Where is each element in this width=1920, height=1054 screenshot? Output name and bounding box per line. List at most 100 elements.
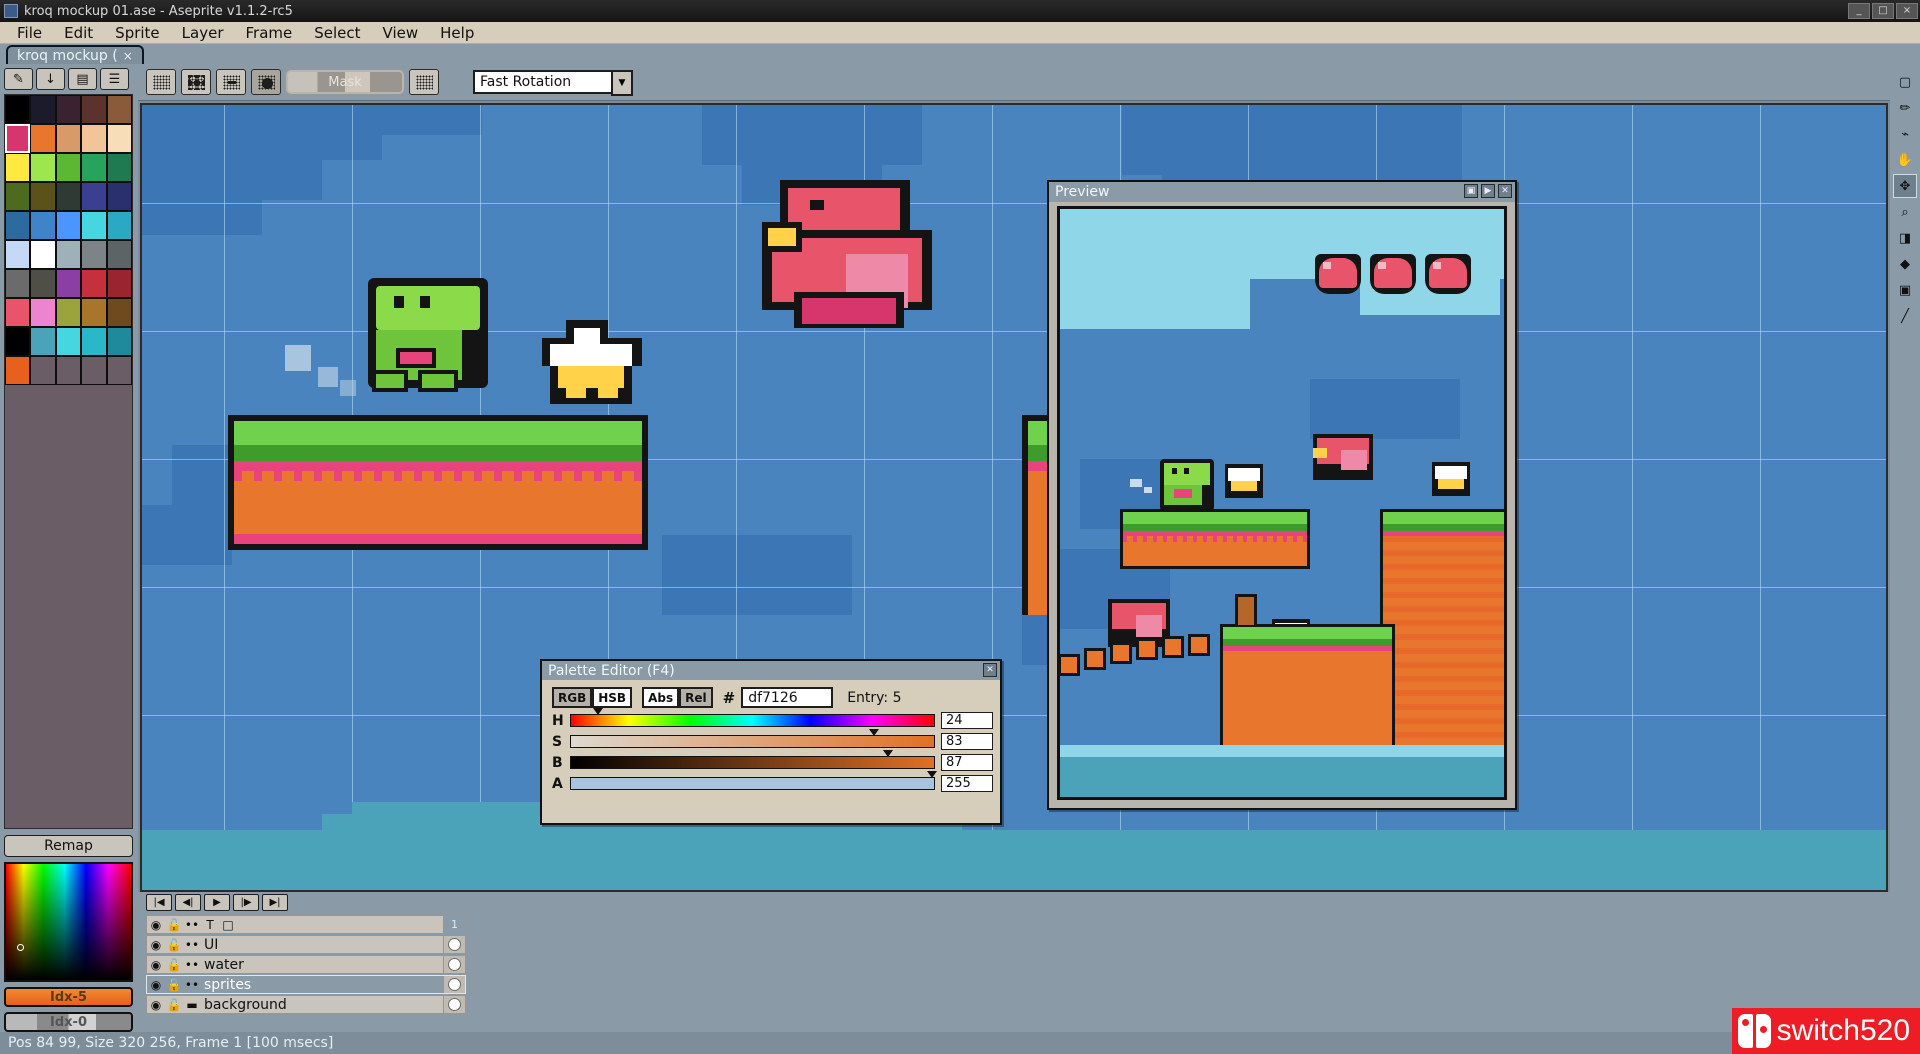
- alpha-value-input[interactable]: 255: [941, 775, 993, 792]
- go-first-frame-button[interactable]: |◀: [146, 894, 172, 911]
- menu-item-sprite[interactable]: Sprite: [104, 22, 171, 44]
- lock-icon[interactable]: 🔓: [165, 958, 183, 972]
- close-button[interactable]: ×: [1896, 3, 1918, 19]
- palette-swatch[interactable]: [56, 356, 81, 385]
- palette-swatch[interactable]: [56, 153, 81, 182]
- palette-swatch[interactable]: [107, 327, 132, 356]
- pencil-tool[interactable]: ✏: [1893, 96, 1917, 120]
- rotation-algorithm-select[interactable]: Fast Rotation ▼: [473, 70, 613, 94]
- edit-palette-icon[interactable]: ✎: [4, 68, 33, 90]
- palette-swatch[interactable]: [30, 356, 55, 385]
- palette-swatch[interactable]: [81, 327, 106, 356]
- lock-icon[interactable]: 🔓: [165, 978, 183, 992]
- go-prev-frame-button[interactable]: ◀|: [175, 894, 201, 911]
- palette-swatch[interactable]: [81, 298, 106, 327]
- layer-cel[interactable]: [443, 956, 465, 973]
- link-icon[interactable]: ••: [183, 938, 201, 952]
- alpha-slider[interactable]: [570, 777, 935, 790]
- lock-icon[interactable]: 🔓: [165, 918, 183, 932]
- abs-mode-button[interactable]: Abs: [642, 687, 679, 708]
- line-tool[interactable]: ╱: [1893, 304, 1917, 328]
- hand-tool[interactable]: ✋: [1893, 148, 1917, 172]
- remap-button[interactable]: Remap: [4, 835, 133, 857]
- menu-item-edit[interactable]: Edit: [53, 22, 104, 44]
- eye-icon[interactable]: ◉: [147, 958, 165, 972]
- saturation-slider[interactable]: [570, 735, 935, 748]
- palette-swatch[interactable]: [56, 95, 81, 124]
- text-tool-icon[interactable]: T: [201, 918, 219, 932]
- palette-swatch[interactable]: [5, 327, 30, 356]
- palette-swatch[interactable]: [30, 240, 55, 269]
- rgb-mode-button[interactable]: RGB: [552, 687, 592, 708]
- palette-swatch[interactable]: [81, 95, 106, 124]
- palette-swatch[interactable]: [5, 211, 30, 240]
- go-next-frame-button[interactable]: |▶: [233, 894, 259, 911]
- palette-swatch[interactable]: [56, 211, 81, 240]
- palette-swatch[interactable]: [107, 269, 132, 298]
- preview-play-button[interactable]: ▶: [1481, 184, 1495, 198]
- close-icon[interactable]: ×: [123, 49, 133, 63]
- selection-add-icon[interactable]: [181, 69, 211, 95]
- palette-swatch[interactable]: [56, 298, 81, 327]
- palette-swatch[interactable]: [107, 356, 132, 385]
- palette-swatch[interactable]: [30, 211, 55, 240]
- palette-editor-dialog[interactable]: Palette Editor (F4) ✕ RGB HSB Abs Rel # …: [540, 659, 1002, 825]
- layer-cel[interactable]: [443, 996, 465, 1013]
- brightness-value-input[interactable]: 87: [941, 754, 993, 771]
- menu-item-select[interactable]: Select: [303, 22, 371, 44]
- palette-swatch[interactable]: [56, 269, 81, 298]
- gradient-tool[interactable]: ▣: [1893, 278, 1917, 302]
- palette-swatch[interactable]: [5, 153, 30, 182]
- palette-swatch[interactable]: [81, 269, 106, 298]
- palette-swatch[interactable]: [30, 182, 55, 211]
- rel-mode-button[interactable]: Rel: [679, 687, 713, 708]
- palette-swatch[interactable]: [56, 124, 81, 153]
- eyedropper-tool[interactable]: ⌁: [1893, 122, 1917, 146]
- palette-swatch[interactable]: [30, 124, 55, 153]
- palette-swatch[interactable]: [5, 182, 30, 211]
- palette-swatch[interactable]: [107, 153, 132, 182]
- close-icon[interactable]: ✕: [983, 663, 997, 677]
- lock-icon[interactable]: 🔓: [165, 938, 183, 952]
- layer-cel[interactable]: [443, 936, 465, 953]
- palette-swatch[interactable]: [56, 182, 81, 211]
- rectangular-marquee-tool[interactable]: ▢: [1893, 70, 1917, 94]
- palette-swatch[interactable]: [5, 356, 30, 385]
- layer-cel[interactable]: [443, 976, 465, 993]
- canvas-viewport[interactable]: [138, 100, 1890, 892]
- palette-swatch[interactable]: [81, 211, 106, 240]
- palette-swatch[interactable]: [107, 211, 132, 240]
- chevron-down-icon[interactable]: ▼: [611, 70, 633, 96]
- eye-icon[interactable]: ◉: [147, 978, 165, 992]
- layer-row-background[interactable]: ◉ 🔓 ▬ background: [146, 995, 466, 1014]
- palette-swatch[interactable]: [107, 95, 132, 124]
- palette-swatch[interactable]: [81, 356, 106, 385]
- palette-options-icon[interactable]: ☰: [100, 68, 129, 90]
- hex-color-input[interactable]: df7126: [741, 687, 833, 708]
- link-icon[interactable]: ••: [183, 918, 201, 932]
- hue-value-input[interactable]: 24: [941, 712, 993, 729]
- eye-icon[interactable]: ◉: [147, 918, 165, 932]
- brightness-slider[interactable]: [570, 756, 935, 769]
- link-icon[interactable]: ••: [183, 958, 201, 972]
- layer-header-row[interactable]: ◉ 🔓 •• T □ 1: [146, 915, 466, 934]
- lock-icon[interactable]: 🔓: [165, 998, 183, 1012]
- mask-slider[interactable]: Mask: [286, 70, 404, 94]
- sprite-canvas[interactable]: [140, 103, 1888, 892]
- palette-swatch[interactable]: [56, 240, 81, 269]
- selection-subtract-icon[interactable]: [216, 69, 246, 95]
- layer-row-water[interactable]: ◉ 🔓 •• water: [146, 955, 466, 974]
- maximize-button[interactable]: □: [1872, 3, 1894, 19]
- palette-swatch[interactable]: [30, 327, 55, 356]
- hue-slider[interactable]: [570, 714, 935, 727]
- saturation-value-input[interactable]: 83: [941, 733, 993, 750]
- menu-item-help[interactable]: Help: [429, 22, 485, 44]
- palette-swatch-grid[interactable]: [4, 94, 133, 386]
- palette-swatch[interactable]: [30, 95, 55, 124]
- eraser-tool[interactable]: ◨: [1893, 226, 1917, 250]
- color-picker-wheel[interactable]: [4, 862, 133, 982]
- palette-swatch[interactable]: [81, 182, 106, 211]
- selection-replace-icon[interactable]: [146, 69, 176, 95]
- foreground-color-swatch[interactable]: Idx-5: [4, 987, 133, 1007]
- paint-bucket-tool[interactable]: ◆: [1893, 252, 1917, 276]
